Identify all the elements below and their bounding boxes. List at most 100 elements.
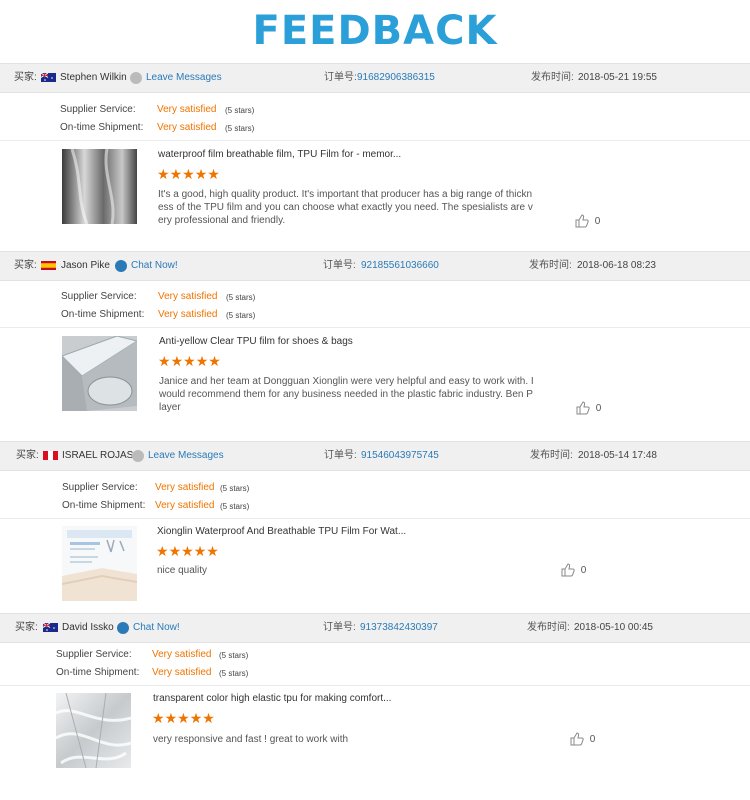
- like-count: 0: [589, 733, 596, 745]
- thumbs-up-icon: [570, 732, 584, 746]
- supplier-service-row: Supplier Service: Very satisfied (5 star…: [56, 649, 248, 660]
- product-title-link[interactable]: Xionglin Waterproof And Breathable TPU F…: [157, 526, 406, 537]
- star-icon: ★: [189, 710, 203, 726]
- review-header: 买家: Jason Pike Chat Now! 订单号: 9218556103…: [0, 251, 750, 281]
- buyer-name[interactable]: David Issko: [62, 614, 114, 642]
- ontime-shipment-stars: (5 stars): [220, 502, 250, 511]
- publish-time-label: 发布时间:: [530, 450, 573, 461]
- star-icon: ★: [152, 710, 165, 726]
- like-button[interactable]: 0: [576, 401, 601, 415]
- product-title-link[interactable]: Anti-yellow Clear TPU film for shoes & b…: [159, 336, 353, 347]
- order-number[interactable]: 91546043975745: [361, 442, 439, 470]
- buyer-label: 买家:: [16, 450, 39, 461]
- publish-time: 2018-06-18 08:23: [577, 260, 656, 271]
- buyer-name[interactable]: Jason Pike: [61, 252, 110, 280]
- divider: [0, 327, 750, 328]
- ontime-shipment-value: Very satisfied: [155, 500, 215, 511]
- supplier-service-row: Supplier Service: Very satisfied (5 star…: [61, 291, 255, 302]
- star-icon: ★: [194, 166, 208, 182]
- leave-message-icon[interactable]: [132, 450, 144, 462]
- supplier-service-value: Very satisfied: [152, 649, 212, 660]
- page-title: FEEDBACK: [252, 8, 498, 54]
- supplier-service-value: Very satisfied: [158, 291, 218, 302]
- publish-time: 2018-05-21 19:55: [578, 72, 657, 83]
- star-icon: ★: [195, 353, 209, 369]
- contact-link[interactable]: Leave Messages: [146, 64, 222, 92]
- divider: [0, 518, 750, 519]
- thumbs-up-icon: [576, 401, 590, 415]
- buyer-label: 买家:: [15, 622, 38, 633]
- publish-time-label: 发布时间:: [529, 260, 572, 271]
- product-image[interactable]: [62, 336, 137, 411]
- peru-flag-icon: [43, 451, 58, 460]
- supplier-service-label: Supplier Service:: [62, 482, 138, 493]
- ontime-shipment-row: On-time Shipment: Very satisfied (5 star…: [62, 500, 249, 511]
- product-title-link[interactable]: transparent color high elastic tpu for m…: [153, 693, 391, 704]
- product-image[interactable]: [62, 526, 137, 601]
- star-icon: ★: [202, 710, 215, 726]
- ontime-shipment-label: On-time Shipment:: [62, 500, 146, 511]
- ontime-shipment-value: Very satisfied: [158, 309, 218, 320]
- star-icon: ★: [164, 710, 178, 726]
- ontime-shipment-label: On-time Shipment:: [60, 122, 144, 133]
- star-icon: ★: [168, 543, 182, 559]
- thumbs-up-icon: [561, 563, 575, 577]
- star-icon: ★: [169, 166, 183, 182]
- star-icon: ★: [158, 353, 171, 369]
- star-icon: ★: [177, 710, 190, 726]
- order-number[interactable]: 91682906386315: [357, 64, 435, 92]
- supplier-service-label: Supplier Service:: [61, 291, 137, 302]
- supplier-service-row: Supplier Service: Very satisfied (5 star…: [60, 104, 254, 115]
- review-comment: Janice and her team at Dongguan Xionglin…: [159, 376, 534, 413]
- ontime-shipment-stars: (5 stars): [219, 669, 249, 678]
- ontime-shipment-row: On-time Shipment: Very satisfied (5 star…: [61, 309, 255, 320]
- leave-message-icon[interactable]: [130, 72, 142, 84]
- like-button[interactable]: 0: [575, 214, 600, 228]
- product-image[interactable]: [56, 693, 131, 768]
- order-number[interactable]: 92185561036660: [361, 252, 439, 280]
- buyer-label: 买家:: [14, 260, 37, 271]
- spain-flag-icon: [41, 261, 56, 270]
- rating-stars: ★★★★★: [158, 354, 221, 368]
- rating-stars: ★★★★★: [156, 544, 219, 558]
- product-title-link[interactable]: waterproof film breathable film, TPU Fil…: [158, 149, 401, 160]
- australia-flag-icon: [43, 623, 58, 632]
- ontime-shipment-row: On-time Shipment: Very satisfied (5 star…: [60, 122, 254, 133]
- star-icon: ★: [183, 353, 196, 369]
- contact-link[interactable]: Chat Now!: [131, 252, 178, 280]
- contact-link[interactable]: Leave Messages: [148, 442, 224, 470]
- supplier-service-value: Very satisfied: [157, 104, 217, 115]
- star-icon: ★: [207, 166, 220, 182]
- ontime-shipment-value: Very satisfied: [157, 122, 217, 133]
- order-number-label: 订单号:: [324, 450, 357, 461]
- product-image[interactable]: [62, 149, 137, 224]
- rating-stars: ★★★★★: [157, 167, 220, 181]
- rating-stars: ★★★★★: [152, 711, 215, 725]
- ontime-shipment-row: On-time Shipment: Very satisfied (5 star…: [56, 667, 248, 678]
- like-count: 0: [580, 564, 587, 576]
- buyer-name[interactable]: Stephen Wilkin: [60, 64, 127, 92]
- star-icon: ★: [157, 166, 170, 182]
- ontime-shipment-stars: (5 stars): [225, 124, 255, 133]
- like-count: 0: [594, 215, 601, 227]
- chat-icon[interactable]: [117, 622, 129, 634]
- order-number[interactable]: 91373842430397: [360, 614, 438, 642]
- publish-time: 2018-05-10 00:45: [574, 622, 653, 633]
- review-header: 买家: David Issko Chat Now! 订单号: 913738424…: [0, 613, 750, 643]
- star-icon: ★: [182, 166, 195, 182]
- publish-time-label: 发布时间:: [531, 72, 574, 83]
- review-header: 买家: ISRAEL ROJAS Leave Messages 订单号: 915…: [0, 441, 750, 471]
- contact-link[interactable]: Chat Now!: [133, 614, 180, 642]
- buyer-name[interactable]: ISRAEL ROJAS: [62, 442, 133, 470]
- supplier-service-label: Supplier Service:: [60, 104, 136, 115]
- buyer-label: 买家:: [14, 72, 37, 83]
- ontime-shipment-value: Very satisfied: [152, 667, 212, 678]
- review-comment: very responsive and fast ! great to work…: [153, 734, 349, 745]
- chat-icon[interactable]: [115, 260, 127, 272]
- supplier-service-stars: (5 stars): [225, 106, 255, 115]
- like-button[interactable]: 0: [570, 732, 595, 746]
- like-button[interactable]: 0: [561, 563, 586, 577]
- star-icon: ★: [208, 353, 221, 369]
- star-icon: ★: [193, 543, 207, 559]
- order-number-label: 订单号:: [323, 260, 356, 271]
